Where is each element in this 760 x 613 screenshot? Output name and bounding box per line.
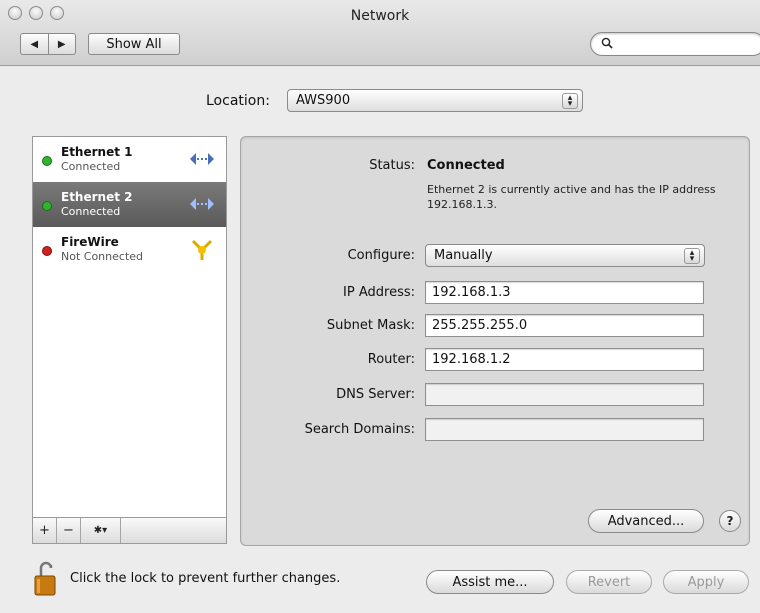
service-status: Connected xyxy=(61,205,121,218)
dns-server-label: DNS Server: xyxy=(336,387,415,402)
search-domains-label: Search Domains: xyxy=(304,422,415,437)
subnet-mask-label: Subnet Mask: xyxy=(326,318,415,333)
router-label: Router: xyxy=(367,352,415,367)
service-item-ethernet-2[interactable]: Ethernet 2 Connected xyxy=(33,182,226,227)
lock-message: Click the lock to prevent further change… xyxy=(70,571,341,586)
back-button[interactable]: ◀ xyxy=(21,34,49,54)
ethernet-icon xyxy=(190,198,214,210)
back-forward-control: ◀ ▶ xyxy=(20,33,76,55)
search-icon xyxy=(601,37,613,52)
status-dot-green-icon xyxy=(42,156,52,166)
forward-button[interactable]: ▶ xyxy=(49,34,76,54)
ip-address-label: IP Address: xyxy=(343,285,415,300)
location-value: AWS900 xyxy=(296,93,351,108)
popup-arrows-icon: ▴ ▾ xyxy=(684,248,700,264)
assist-me-button[interactable]: Assist me... xyxy=(426,570,554,594)
service-item-ethernet-1[interactable]: Ethernet 1 Connected xyxy=(33,137,226,182)
configure-value: Manually xyxy=(434,248,493,263)
status-description: Ethernet 2 is currently active and has t… xyxy=(427,183,716,211)
action-menu-button[interactable]: ✱▾ xyxy=(81,518,121,543)
title-bar: Network ◀ ▶ Show All xyxy=(0,0,760,66)
remove-service-button[interactable]: − xyxy=(57,518,81,543)
help-button[interactable]: ? xyxy=(719,510,741,532)
location-label: Location: xyxy=(206,93,270,109)
firewire-icon xyxy=(191,239,213,260)
service-item-firewire[interactable]: FireWire Not Connected xyxy=(33,227,226,272)
service-status: Not Connected xyxy=(61,250,144,263)
advanced-button[interactable]: Advanced... xyxy=(588,509,704,533)
add-service-button[interactable]: + xyxy=(33,518,57,543)
configure-popup[interactable]: Manually ▴ ▾ xyxy=(425,244,705,267)
status-value: Connected xyxy=(427,158,505,173)
show-all-button[interactable]: Show All xyxy=(88,33,180,55)
popup-arrows-icon: ▴ ▾ xyxy=(562,93,578,109)
lock-icon[interactable] xyxy=(33,561,59,597)
revert-button[interactable]: Revert xyxy=(566,570,652,594)
service-name: FireWire xyxy=(61,235,119,249)
search-field[interactable] xyxy=(590,32,760,56)
dns-server-field[interactable] xyxy=(425,383,704,406)
search-domains-field[interactable] xyxy=(425,418,704,441)
network-preferences-window: Network ◀ ▶ Show All Location: AWS900 ▴ ▾… xyxy=(0,0,760,613)
ip-address-field[interactable]: 192.168.1.3 xyxy=(425,281,704,304)
configure-label: Configure: xyxy=(347,248,415,263)
window-title: Network xyxy=(350,8,410,24)
service-status: Connected xyxy=(61,160,121,173)
location-popup[interactable]: AWS900 ▴ ▾ xyxy=(287,89,583,112)
status-dot-red-icon xyxy=(42,246,52,256)
status-label: Status: xyxy=(369,158,415,173)
service-name: Ethernet 2 xyxy=(61,190,133,204)
apply-button[interactable]: Apply xyxy=(663,570,749,594)
status-dot-green-icon xyxy=(42,201,52,211)
service-list-toolbar: + − ✱▾ xyxy=(32,518,227,544)
router-field[interactable]: 192.168.1.2 xyxy=(425,348,704,371)
ethernet-icon xyxy=(190,153,214,165)
subnet-mask-field[interactable]: 255.255.255.0 xyxy=(425,314,704,337)
service-name: Ethernet 1 xyxy=(61,145,133,159)
service-list: Ethernet 1 Connected Ethernet 2 Connecte… xyxy=(32,136,227,518)
